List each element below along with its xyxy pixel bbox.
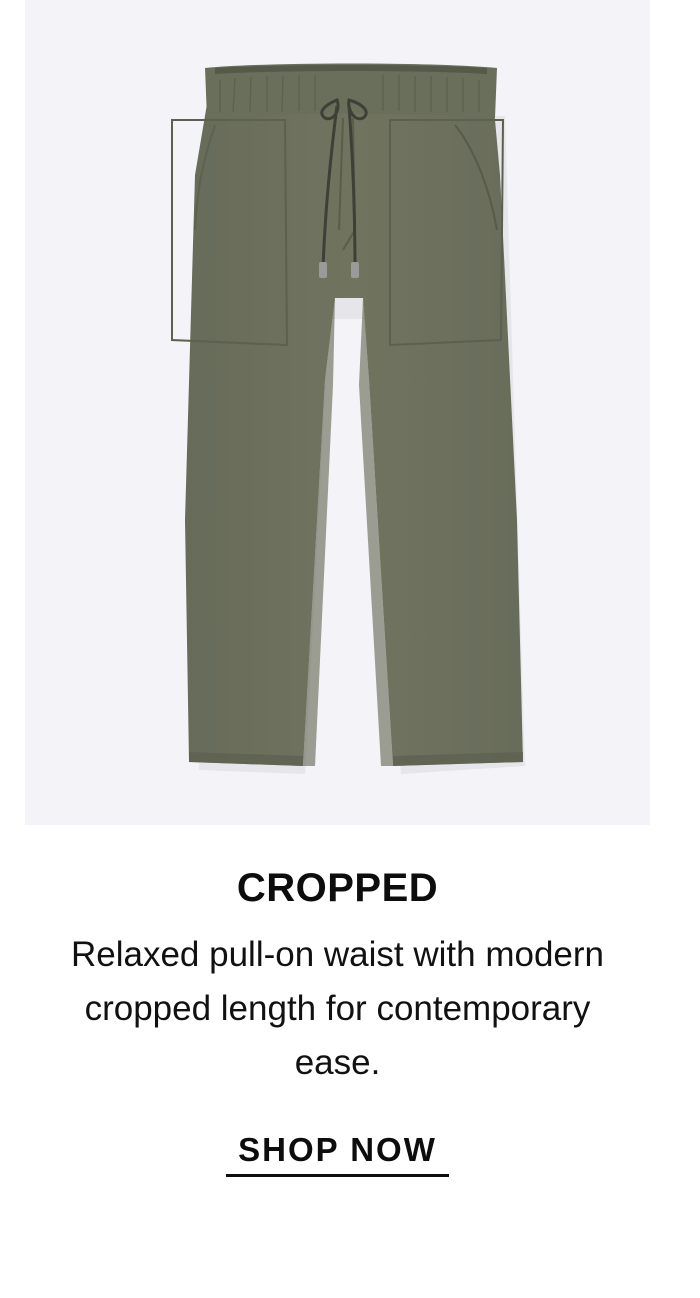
product-title: CROPPED — [236, 866, 439, 910]
product-description: Relaxed pull-on waist with modern croppe… — [70, 935, 605, 1082]
pants-illustration — [171, 63, 525, 774]
product-image[interactable] — [25, 0, 650, 825]
shop-now-link[interactable]: SHOP NOW — [226, 1128, 449, 1177]
